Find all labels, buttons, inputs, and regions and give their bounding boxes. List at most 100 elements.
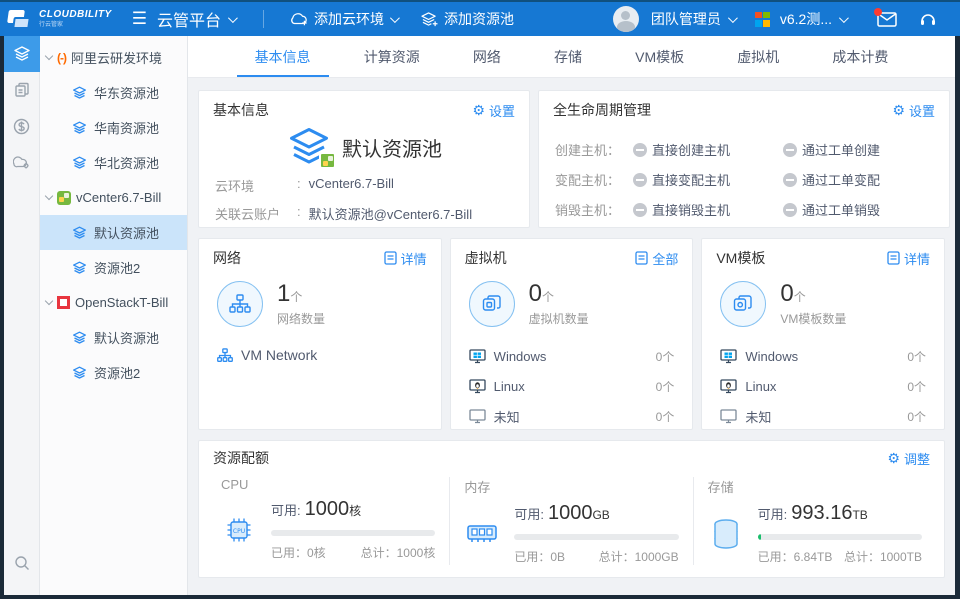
header-divider	[263, 10, 264, 28]
basic-info-card: 基本信息 ⚙设置 默认资源池 云环境 :	[198, 90, 530, 228]
template-count: 0个	[780, 281, 846, 307]
os-row-windows: Windows 0个	[469, 341, 675, 371]
tree-item-pool-selected[interactable]: 默认资源池	[40, 215, 187, 250]
lifecycle-card: 全生命周期管理 ⚙设置 创建主机： 直接创建主机 通过工单创建 变配主机： 直接…	[538, 90, 950, 228]
disabled-icon	[633, 203, 647, 217]
tree-item-pool[interactable]: 默认资源池	[40, 320, 187, 355]
document-icon	[384, 251, 397, 265]
tree-item-pool[interactable]: 资源池2	[40, 250, 187, 285]
tab-storage[interactable]: 存储	[548, 36, 588, 77]
rail-item-resource-pools[interactable]	[4, 36, 40, 72]
os-name: 未知	[494, 407, 520, 426]
network-list-item[interactable]: VM Network	[199, 327, 441, 363]
version-dropdown[interactable]: v6.2测...	[780, 9, 864, 29]
tree-item-pool[interactable]: 资源池2	[40, 355, 187, 390]
os-name: Windows	[745, 349, 798, 364]
lifecycle-option: 通过工单销毁	[783, 200, 933, 219]
tree-group-label: 阿里云研发环境	[71, 48, 162, 67]
user-avatar[interactable]	[613, 6, 639, 32]
pool-layers-icon	[72, 261, 87, 275]
quota-section-cpu: CPU CPU 可用:1000核 已用：0核	[207, 477, 449, 565]
pool-name: 默认资源池	[342, 133, 442, 162]
quota-total: 总计：1000核	[361, 544, 436, 561]
tab-compute[interactable]: 计算资源	[358, 36, 426, 77]
vsphere-badge-icon	[319, 152, 336, 169]
unknown-os-icon	[469, 409, 486, 424]
os-count: 0个	[656, 378, 675, 395]
add-cloud-env-button[interactable]: 添加云环境	[278, 9, 409, 29]
lifecycle-option: 通过工单创建	[783, 140, 933, 159]
unknown-os-icon	[720, 409, 737, 424]
pool-hero-icon	[286, 127, 332, 167]
product-switcher[interactable]: 云管平台	[157, 7, 249, 31]
tree-item-pool[interactable]: 华东资源池	[40, 75, 187, 110]
quota-total: 总计：1000GB	[599, 548, 679, 565]
tab-cost-billing[interactable]: 成本计费	[826, 36, 894, 77]
lifecycle-option: 直接销毁主机	[633, 200, 783, 219]
quota-adjust-link[interactable]: ⚙调整	[887, 449, 930, 468]
os-row-linux: Linux 0个	[720, 371, 926, 401]
lifecycle-row: 创建主机： 直接创建主机 通过工单创建	[539, 140, 949, 159]
vm-card: 虚拟机 全部 0个 虚拟机数量	[450, 238, 694, 430]
chevron-down-icon	[839, 13, 849, 23]
os-row-unknown: 未知 0个	[469, 401, 675, 431]
gear-icon: ⚙	[887, 451, 900, 465]
tree-group-aliyun[interactable]: (-) 阿里云研发环境	[40, 40, 187, 75]
tab-vm-template[interactable]: VM模板	[629, 36, 690, 77]
rail-item-billing[interactable]	[4, 108, 40, 144]
cpu-icon: CPU	[221, 515, 257, 545]
resource-tree-sidebar: (-) 阿里云研发环境 华东资源池 华南资源池 华北资源池 vCenter6.7…	[40, 36, 188, 595]
quota-section-memory: 内存 可用:1000GB 已用：0B	[449, 477, 692, 565]
role-dropdown[interactable]: 团队管理员	[651, 9, 751, 29]
tab-network[interactable]: 网络	[467, 36, 507, 77]
messages-button[interactable]	[868, 12, 906, 27]
linux-os-icon	[720, 379, 737, 394]
os-count: 0个	[656, 408, 675, 425]
tree-group-label: vCenter6.7-Bill	[76, 190, 161, 205]
svg-text:CPU: CPU	[233, 528, 245, 535]
template-detail-link[interactable]: 详情	[887, 249, 930, 268]
menu-icon[interactable]: ☰	[122, 9, 157, 29]
os-count: 0个	[907, 348, 926, 365]
add-pool-button[interactable]: 添加资源池	[409, 9, 526, 29]
storage-disk-icon	[708, 518, 744, 550]
app-window: CLOUDBILITY 行云管家 ☰ 云管平台 添加云环境 添加资源池 团队管理…	[0, 0, 960, 599]
chevron-down-icon	[728, 13, 738, 23]
tree-item-label: 默认资源池	[94, 328, 159, 347]
lifecycle-row: 销毁主机： 直接销毁主机 通过工单销毁	[539, 200, 949, 219]
rail-item-documents[interactable]	[4, 72, 40, 108]
tree-item-pool[interactable]: 华南资源池	[40, 110, 187, 145]
brand-logo[interactable]: CLOUDBILITY 行云管家	[0, 8, 122, 30]
os-name: 未知	[745, 407, 771, 426]
tree-group-vcenter[interactable]: vCenter6.7-Bill	[40, 180, 187, 215]
kv-row: 关联云账户 : 默认资源池@vCenter6.7-Bill	[199, 204, 529, 223]
chevron-down-icon	[45, 297, 53, 305]
card-title: 全生命周期管理	[553, 100, 651, 120]
os-count: 0个	[656, 348, 675, 365]
tab-basic-info[interactable]: 基本信息	[249, 36, 317, 77]
aliyun-icon: (-)	[57, 51, 66, 65]
vm-all-link[interactable]: 全部	[635, 249, 678, 268]
support-button[interactable]	[910, 11, 946, 28]
quota-available: 可用:1000GB	[514, 502, 678, 525]
quota-progress-bar	[514, 534, 678, 540]
documents-icon	[14, 82, 30, 98]
pool-layers-icon	[72, 226, 87, 240]
tree-group-label: OpenStackT-Bill	[75, 295, 168, 310]
tab-virtual-machine[interactable]: 虚拟机	[731, 36, 785, 77]
tree-group-openstack[interactable]: OpenStackT-Bill	[40, 285, 187, 320]
network-detail-link[interactable]: 详情	[384, 249, 427, 268]
lifecycle-settings-link[interactable]: ⚙设置	[892, 101, 935, 120]
disabled-icon	[633, 143, 647, 157]
tree-item-label: 华南资源池	[94, 118, 159, 137]
chevron-down-icon	[390, 13, 400, 23]
tree-item-pool[interactable]: 华北资源池	[40, 145, 187, 180]
basic-settings-link[interactable]: ⚙设置	[472, 101, 515, 120]
rail-item-cloud-settings[interactable]	[4, 144, 40, 180]
disabled-icon	[783, 173, 797, 187]
quota-card: 资源配额 ⚙调整 CPU CPU	[198, 440, 945, 578]
rail-item-search[interactable]	[4, 545, 40, 581]
tree-item-label: 默认资源池	[94, 223, 159, 242]
tree-item-label: 华北资源池	[94, 153, 159, 172]
card-title: 网络	[213, 248, 241, 268]
